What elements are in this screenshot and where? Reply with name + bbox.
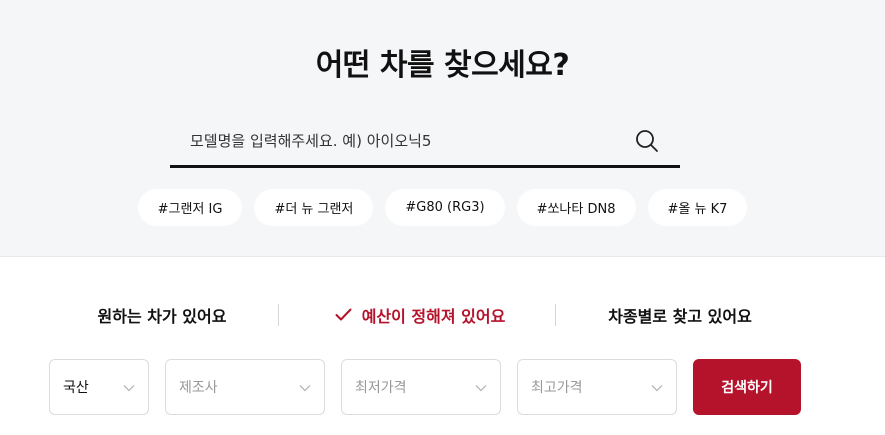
search-bar [170,118,680,168]
chevron-down-icon [474,381,488,395]
search-button[interactable] [632,126,662,156]
tag-chip[interactable]: #올 뉴 K7 [647,189,748,226]
tab-by-car-type[interactable]: 차종별로 찾고 있어요 [580,296,780,334]
page-title: 어떤 차를 찾으세요? [315,48,570,83]
check-icon [335,308,352,322]
maker-select-placeholder: 제조사 [179,380,218,396]
tab-divider [278,304,279,326]
origin-select-value: 국산 [63,380,89,396]
tag-chip[interactable]: #더 뉴 그랜저 [254,189,374,226]
chevron-down-icon [122,381,136,395]
search-submit-button[interactable]: 검색하기 [693,359,801,415]
search-icon [636,130,658,152]
tag-chip[interactable]: #쏘나타 DN8 [516,189,636,226]
max-price-select[interactable]: 최고가격 [517,359,677,415]
origin-select[interactable]: 국산 [49,359,149,415]
min-price-placeholder: 최저가격 [355,380,407,396]
tab-label: 예산이 정해져 있어요 [361,307,506,326]
tab-divider [555,304,556,326]
hero-section: 어떤 차를 찾으세요? #그랜저 IG #더 뉴 그랜저 #G80 (RG3) … [0,0,885,257]
tab-label: 차종별로 찾고 있어요 [608,307,752,326]
tab-budget-set[interactable]: 예산이 정해져 있어요 [310,296,530,334]
chevron-down-icon [298,381,312,395]
tab-have-car-in-mind[interactable]: 원하는 차가 있어요 [62,296,262,334]
max-price-placeholder: 최고가격 [531,380,583,396]
search-input[interactable] [190,126,620,156]
tag-chip[interactable]: #G80 (RG3) [385,189,505,226]
filter-bar: 국산 제조사 최저가격 최고가격 검색하기 [0,359,885,415]
tag-chip[interactable]: #그랜저 IG [137,189,243,226]
search-mode-tabs: 원하는 차가 있어요 예산이 정해져 있어요 차종별로 찾고 있어요 [0,296,885,334]
maker-select[interactable]: 제조사 [165,359,325,415]
min-price-select[interactable]: 최저가격 [341,359,501,415]
chevron-down-icon [650,381,664,395]
tab-label: 원하는 차가 있어요 [97,307,227,326]
popular-tags: #그랜저 IG #더 뉴 그랜저 #G80 (RG3) #쏘나타 DN8 #올 … [0,189,885,226]
